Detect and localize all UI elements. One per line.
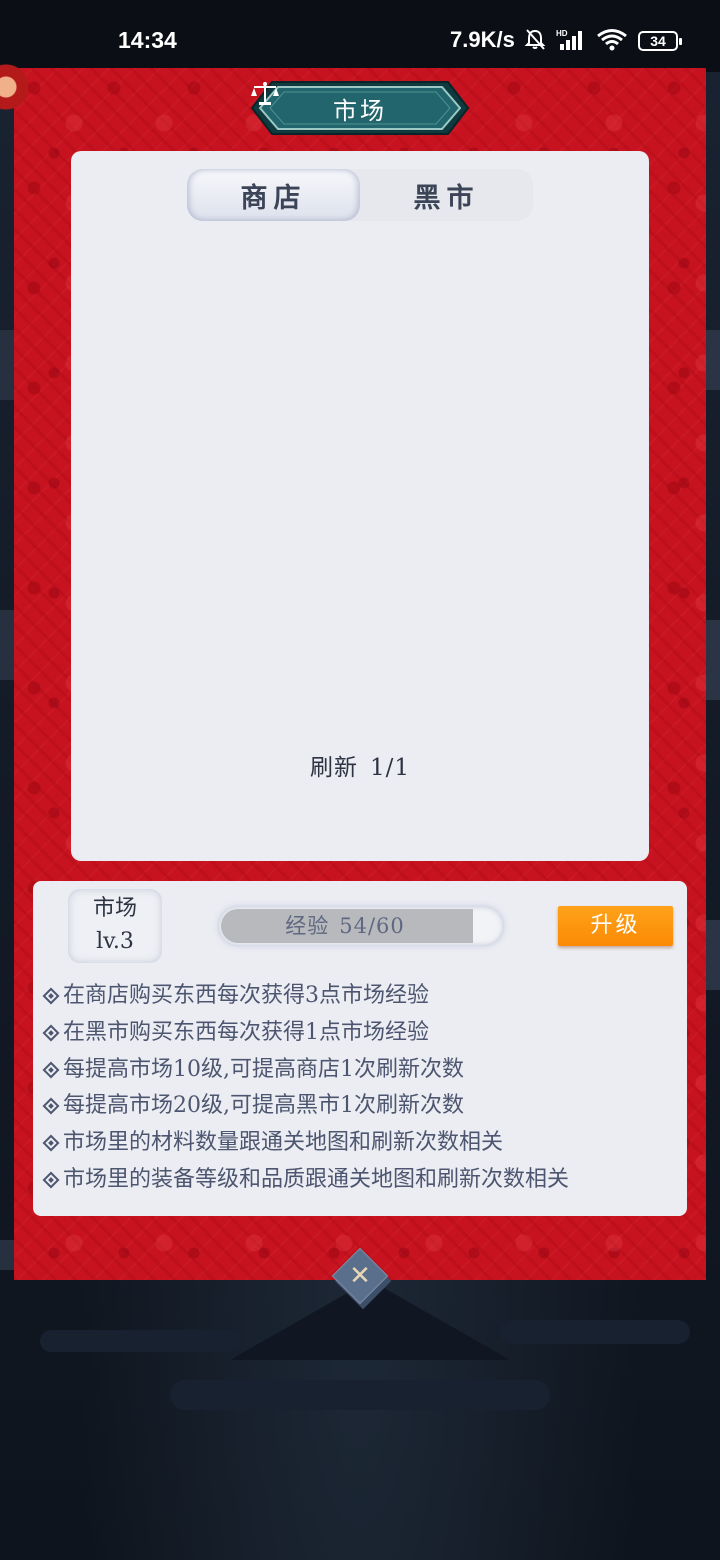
background-cloud <box>500 1320 690 1344</box>
battery-icon: 34 <box>638 31 682 51</box>
tip-text: 每提高市场20级,可提高黑市1次刷新次数 <box>63 1093 464 1119</box>
upgrade-button[interactable]: 升级 <box>558 906 673 946</box>
exp-label: 经验 <box>285 914 330 938</box>
market-level: lv.3 <box>96 929 134 954</box>
market-level-box: 市场 lv.3 <box>68 889 162 963</box>
status-bar: 14:34 7.9K/s HD 34 <box>0 0 720 72</box>
tip-text: 每提高市场10级,可提高商店1次刷新次数 <box>63 1056 464 1082</box>
tip-item: 在黑市购买东西每次获得1点市场经验 <box>42 1015 682 1052</box>
bell-muted-icon <box>524 29 546 50</box>
exp-value: 54/60 <box>339 914 405 938</box>
refresh-label: 刷新 <box>309 755 358 781</box>
tip-item: 在商店购买东西每次获得3点市场经验 <box>42 978 682 1015</box>
status-time: 14:34 <box>118 27 177 53</box>
diamond-bullet-icon <box>42 1097 60 1115</box>
tip-text: 市场里的材料数量跟通关地图和刷新次数相关 <box>63 1130 504 1156</box>
title-banner: 市场 <box>250 80 470 136</box>
dialog-title: 市场 <box>333 96 387 125</box>
tip-text: 在黑市购买东西每次获得1点市场经验 <box>63 1020 429 1046</box>
diamond-bullet-icon <box>42 987 60 1005</box>
background-cloud <box>40 1330 240 1352</box>
close-button[interactable]: ✕ <box>331 1247 392 1310</box>
scale-icon <box>251 82 279 105</box>
market-tips-list: 在商店购买东西每次获得3点市场经验 在黑市购买东西每次获得1点市场经验 每提高市… <box>42 978 682 1198</box>
tip-text: 在商店购买东西每次获得3点市场经验 <box>63 983 429 1009</box>
diamond-bullet-icon <box>42 1024 60 1042</box>
svg-text:HD: HD <box>556 29 568 38</box>
tip-item: 市场里的材料数量跟通关地图和刷新次数相关 <box>42 1125 682 1162</box>
refresh-counter: 刷新 1/1 <box>71 748 649 782</box>
signal-icon: HD <box>556 29 582 50</box>
tab-shop[interactable]: 商店 <box>187 169 360 221</box>
tip-text: 市场里的装备等级和品质跟通关地图和刷新次数相关 <box>63 1166 570 1192</box>
diamond-bullet-icon <box>42 1171 60 1189</box>
tip-item: 市场里的装备等级和品质跟通关地图和刷新次数相关 <box>42 1161 682 1198</box>
diamond-bullet-icon <box>42 1134 60 1152</box>
refresh-count: 1/1 <box>369 755 410 781</box>
tab-black-market[interactable]: 黑市 <box>360 169 533 221</box>
network-speed: 7.9K/s <box>450 27 515 52</box>
wifi-icon <box>597 29 627 51</box>
tip-item: 每提高市场10级,可提高商店1次刷新次数 <box>42 1051 682 1088</box>
close-icon: ✕ <box>349 1261 371 1291</box>
diamond-bullet-icon <box>42 1061 60 1079</box>
tip-item: 每提高市场20级,可提高黑市1次刷新次数 <box>42 1088 682 1125</box>
exp-progress-bar: 经验 54/60 <box>218 906 504 946</box>
market-tabs: 商店 黑市 <box>187 169 533 221</box>
corner-ornament <box>0 62 28 132</box>
market-name: 市场 <box>92 896 137 921</box>
background-cloud <box>170 1380 550 1410</box>
exp-label-row: 经验 54/60 <box>218 906 472 946</box>
